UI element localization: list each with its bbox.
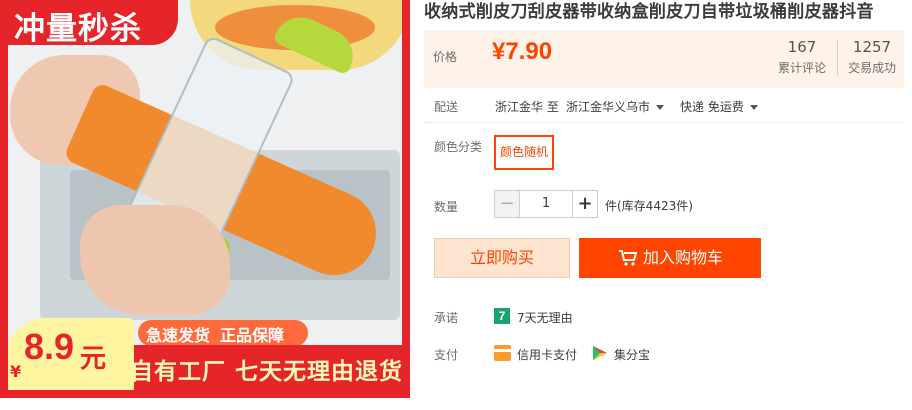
sales-count-label: 交易成功 [847,61,896,75]
sales-count-stat[interactable]: 1257 交易成功 [842,38,902,76]
color-option-random[interactable]: 颜色随机 [494,135,554,170]
payment-jifenbao[interactable]: 集分宝 [614,346,650,363]
add-to-cart-label: 加入购物车 [643,248,724,267]
credit-card-icon [494,345,511,361]
chevron-down-icon [656,105,665,110]
shipping-destination: 浙江金华义乌市 [566,100,651,114]
cart-icon [619,250,637,266]
price-label: 价格 [433,50,458,64]
quantity-increment-button[interactable]: + [572,190,598,218]
review-count-label: 累计评论 [777,61,826,75]
quantity-input[interactable]: 1 [520,190,572,218]
price-panel: 价格 ¥7.90 167 累计评论 1257 交易成功 [424,30,904,88]
product-main-image[interactable]: 冲量秒杀 急速发货 正品保障 自有工厂 七天无理由退货 ¥ 8.9 元 [0,0,410,398]
add-to-cart-button[interactable]: 加入购物车 [579,238,761,278]
divider [424,122,904,123]
shipping-origin: 浙江金华 至 [495,100,559,114]
price-value: ¥7.90 [492,38,553,65]
image-frame [0,0,410,398]
jifenbao-icon [593,346,607,360]
review-count: 167 [787,38,817,56]
quantity-label: 数量 [434,200,459,214]
chevron-down-icon [749,105,758,110]
stock-info: 件(库存4423件) [605,199,693,213]
shipping-method-select[interactable]: 快递 免运费 [680,98,758,115]
sales-count: 1257 [852,38,892,56]
shipping-method: 快递 免运费 [680,100,744,114]
payment-credit-card[interactable]: 信用卡支付 [517,346,577,363]
buy-now-button[interactable]: 立即购买 [434,238,570,278]
promise-label: 承诺 [434,311,459,325]
product-title: 收纳式削皮刀刮皮器带收纳盒削皮刀自带垃圾桶削皮器抖音 [424,2,874,22]
promise-text[interactable]: 7天无理由 [517,309,573,326]
payment-label: 支付 [434,348,459,362]
quantity-decrement-button[interactable]: − [494,190,520,218]
review-count-stat[interactable]: 167 累计评论 [774,38,830,76]
shipping-destination-select[interactable]: 浙江金华义乌市 [566,98,665,115]
seven-day-return-icon: 7 [494,308,510,324]
stat-divider [837,40,838,76]
color-label: 颜色分类 [434,140,483,154]
shipping-label: 配送 [434,100,459,114]
